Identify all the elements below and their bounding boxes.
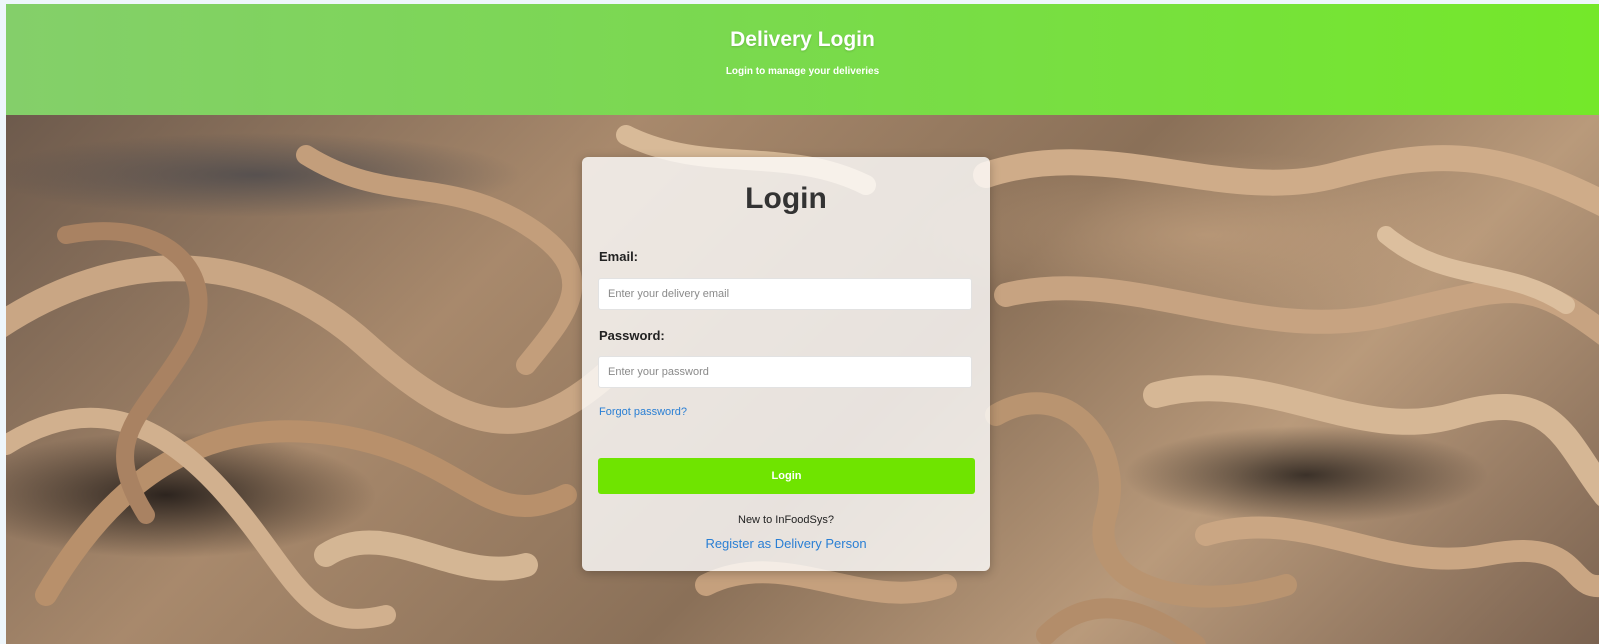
login-button[interactable]: Login (598, 458, 975, 494)
page-subtitle: Login to manage your deliveries (725, 66, 880, 77)
email-input[interactable] (598, 278, 972, 310)
forgot-password-link[interactable]: Forgot password? (599, 406, 687, 418)
password-input[interactable] (598, 356, 972, 388)
page-header: Delivery Login Login to manage your deli… (6, 4, 1599, 115)
login-heading: Login (745, 182, 827, 215)
new-user-text: New to InFoodSys? (738, 514, 834, 526)
email-label: Email: (599, 249, 639, 264)
login-card: Login Email: Password: Forgot password? … (582, 157, 990, 571)
register-delivery-link[interactable]: Register as Delivery Person (582, 536, 990, 551)
page: Delivery Login Login to manage your deli… (6, 4, 1599, 644)
password-label: Password: (599, 328, 665, 343)
page-title: Delivery Login (730, 28, 875, 51)
